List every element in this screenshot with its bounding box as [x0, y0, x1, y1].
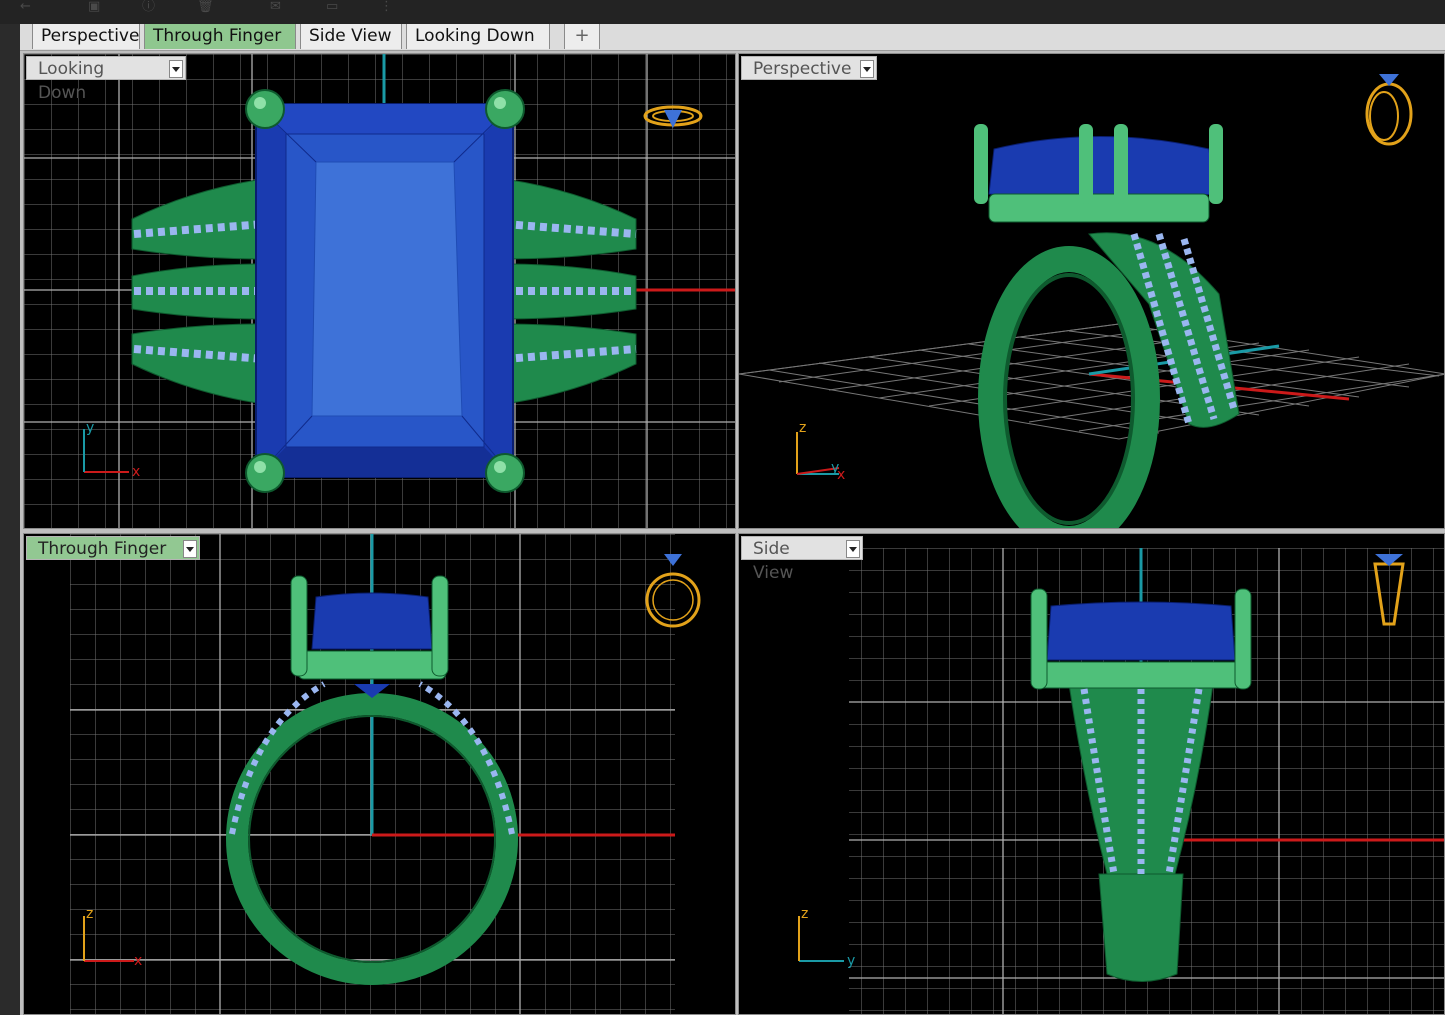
side-view-canvas: y z — [798, 548, 1444, 1014]
perspective-grid — [739, 323, 1444, 440]
viewport-label-through-finger[interactable]: Through Finger — [26, 536, 200, 560]
folder-icon[interactable]: ▭ — [326, 0, 338, 14]
viewport-label-text: Side View — [753, 539, 794, 583]
save-icon[interactable]: ▣ — [88, 0, 100, 14]
perspective-canvas: z x y — [739, 74, 1444, 528]
delete-icon[interactable]: 🗑 — [197, 0, 214, 14]
viewport-label-text: Through Finger — [38, 539, 167, 559]
chevron-down-icon[interactable] — [183, 540, 197, 558]
axis-z-label: z — [799, 420, 806, 436]
add-tab-button[interactable]: + — [564, 24, 600, 49]
tab-perspective[interactable]: Perspective — [32, 24, 140, 49]
chevron-down-icon[interactable] — [860, 60, 874, 78]
through-finger-canvas: x z — [70, 534, 701, 1014]
left-panel-edge — [0, 24, 20, 1015]
viewport-side-view[interactable]: y z Side View — [738, 533, 1445, 1015]
axis-gizmo: y z — [798, 906, 855, 969]
viewport-perspective[interactable]: z x y Perspective — [738, 53, 1445, 529]
ring-model-perspective — [974, 124, 1240, 528]
back-icon[interactable]: ← — [20, 0, 31, 14]
view-cube-ring-icon[interactable] — [1365, 74, 1413, 146]
axis-x-label: x — [132, 464, 140, 480]
info-icon[interactable]: ⓘ — [142, 0, 155, 14]
axis-z-label: z — [86, 906, 93, 922]
viewport-looking-down[interactable]: x y Looking Down — [23, 53, 736, 529]
chevron-down-icon[interactable] — [846, 540, 860, 558]
viewport-label-perspective[interactable]: Perspective — [741, 56, 877, 80]
window-toolbar: ← ▣ ⓘ 🗑 ✉ ▭ ⋮ — [0, 0, 1445, 24]
axis-x-label: x — [134, 953, 142, 969]
tab-looking-down[interactable]: Looking Down — [406, 24, 550, 49]
tab-through-finger[interactable]: Through Finger — [144, 24, 296, 49]
viewport-tab-bar: Perspective Through Finger Side View Loo… — [20, 24, 1445, 51]
axis-y-label: y — [831, 460, 839, 476]
viewport-label-text: Perspective — [753, 59, 852, 79]
axis-gizmo: z x y — [796, 420, 845, 483]
tab-side-view[interactable]: Side View — [300, 24, 402, 49]
viewport-through-finger[interactable]: x z Through Finger — [23, 533, 736, 1015]
axis-y-label: y — [86, 420, 94, 436]
chevron-down-icon[interactable] — [169, 60, 183, 78]
axis-y-label: y — [847, 953, 855, 969]
more-icon[interactable]: ⋮ — [380, 0, 393, 14]
mail-icon[interactable]: ✉ — [270, 0, 281, 14]
viewport-label-side-view[interactable]: Side View — [741, 536, 863, 583]
looking-down-canvas: x y — [24, 54, 735, 528]
axis-z-label: z — [801, 906, 808, 922]
emerald-cut-gemstone — [255, 103, 514, 478]
viewport-label-looking-down[interactable]: Looking Down — [26, 56, 186, 103]
